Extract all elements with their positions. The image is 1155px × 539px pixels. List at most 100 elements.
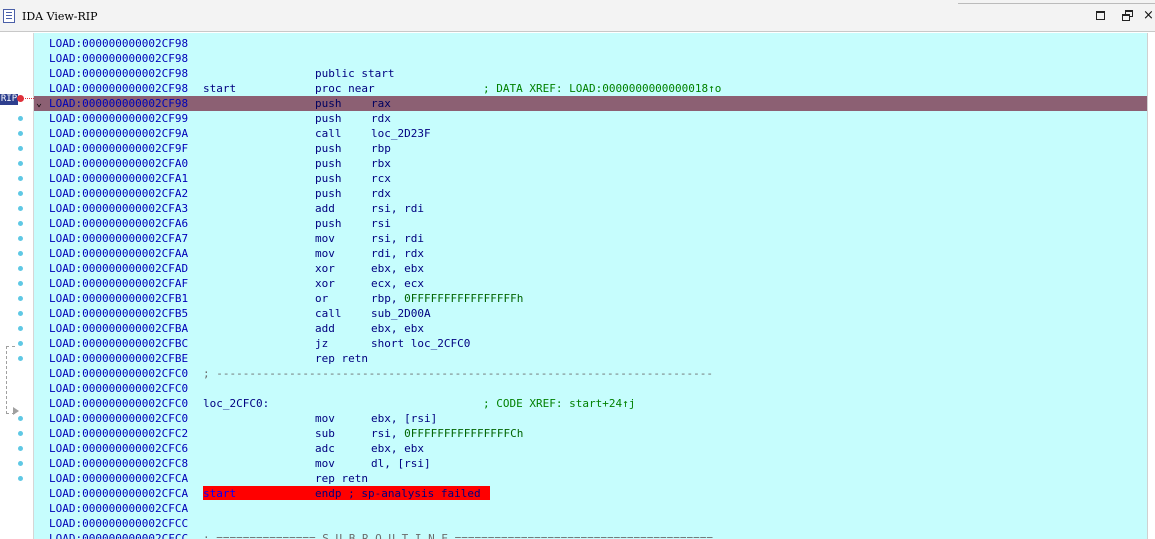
operand-text[interactable]: rbp,: [371, 292, 404, 305]
line-address[interactable]: LOAD:000000000002CFCA: [49, 501, 188, 516]
operand-text[interactable]: rcx: [371, 172, 391, 185]
line-address[interactable]: LOAD:000000000002CFBE: [49, 351, 188, 366]
instruction-operands[interactable]: ebx, [rsi]: [371, 411, 437, 426]
line-address[interactable]: LOAD:000000000002CFAA: [49, 246, 188, 261]
instruction-operands[interactable]: rbx: [371, 156, 391, 171]
instruction-mnemonic[interactable]: push: [315, 216, 342, 231]
listing-line[interactable]: LOAD:000000000002CFA6 push rsi: [34, 216, 1147, 231]
operand-text[interactable]: dl, [rsi]: [371, 457, 431, 470]
instruction-mnemonic[interactable]: push: [315, 186, 342, 201]
restore-icon[interactable]: [1120, 8, 1136, 24]
operand-text[interactable]: sub_2D00A: [371, 307, 431, 320]
instruction-mnemonic[interactable]: call: [315, 126, 342, 141]
line-address[interactable]: LOAD:000000000002CFA0: [49, 156, 188, 171]
xref-comment[interactable]: ; DATA XREF: LOAD:0000000000000018↑o: [483, 81, 721, 96]
listing-line[interactable]: LOAD:000000000002CFA2 push rdx: [34, 186, 1147, 201]
code-label[interactable]: start: [203, 486, 236, 501]
instruction-mnemonic[interactable]: proc near: [315, 81, 375, 96]
listing-line[interactable]: LOAD:000000000002CF98: [34, 36, 1147, 51]
operand-text[interactable]: short loc_2CFC0: [371, 337, 470, 350]
operand-text[interactable]: ecx, ecx: [371, 277, 424, 290]
line-address[interactable]: LOAD:000000000002CFB1: [49, 291, 188, 306]
instruction-mnemonic[interactable]: push: [315, 141, 342, 156]
instruction-mnemonic[interactable]: jz: [315, 336, 328, 351]
operand-text[interactable]: ebx, [rsi]: [371, 412, 437, 425]
listing-gutter[interactable]: [0, 33, 33, 539]
instruction-mnemonic[interactable]: xor: [315, 276, 335, 291]
instruction-operands[interactable]: rsi: [371, 216, 391, 231]
listing-line[interactable]: LOAD:000000000002CF9F push rbp: [34, 141, 1147, 156]
operand-text[interactable]: rsi, rdi: [371, 232, 424, 245]
instruction-mnemonic[interactable]: rep retn: [315, 471, 368, 486]
line-address[interactable]: LOAD:000000000002CFCC: [49, 531, 188, 539]
instruction-operands[interactable]: rbp: [371, 141, 391, 156]
operand-text[interactable]: ebx, ebx: [371, 262, 424, 275]
listing-line[interactable]: LOAD:000000000002CFCC: [34, 516, 1147, 531]
instruction-mnemonic[interactable]: adc: [315, 441, 335, 456]
listing-line[interactable]: LOAD:000000000002CFA0 push rbx: [34, 156, 1147, 171]
instruction-mnemonic[interactable]: push: [315, 171, 342, 186]
code-label[interactable]: start: [203, 81, 236, 96]
instruction-mnemonic[interactable]: mov: [315, 456, 335, 471]
operand-text[interactable]: loc_2D23F: [371, 127, 431, 140]
instruction-operands[interactable]: ebx, ebx: [371, 261, 424, 276]
code-label[interactable]: loc_2CFC0:: [203, 396, 269, 411]
line-address[interactable]: LOAD:000000000002CF98: [49, 96, 188, 111]
instruction-mnemonic[interactable]: sub: [315, 426, 335, 441]
instruction-operands[interactable]: dl, [rsi]: [371, 456, 431, 471]
instruction-mnemonic[interactable]: endp ; sp-analysis failed: [315, 486, 481, 501]
listing-line[interactable]: LOAD:000000000002CFAF xor ecx, ecx: [34, 276, 1147, 291]
line-address[interactable]: LOAD:000000000002CFCC: [49, 516, 188, 531]
listing-line[interactable]: LOAD:000000000002CFBA add ebx, ebx: [34, 321, 1147, 336]
listing-line[interactable]: LOAD:000000000002CFBE rep retn: [34, 351, 1147, 366]
line-address[interactable]: LOAD:000000000002CFBC: [49, 336, 188, 351]
instruction-operands[interactable]: rsi, rdi: [371, 231, 424, 246]
operand-text[interactable]: rsi: [371, 217, 391, 230]
instruction-operands[interactable]: short loc_2CFC0: [371, 336, 470, 351]
instruction-mnemonic[interactable]: mov: [315, 246, 335, 261]
operand-text[interactable]: rax: [371, 97, 391, 110]
disassembly-listing[interactable]: LOAD:000000000002CF98 LOAD:000000000002CF…: [34, 33, 1155, 539]
listing-line[interactable]: LOAD:000000000002CF99 push rdx: [34, 111, 1147, 126]
line-address[interactable]: LOAD:000000000002CFC0: [49, 396, 188, 411]
listing-line[interactable]: LOAD:000000000002CFC0 ; -----------------…: [34, 366, 1147, 381]
line-address[interactable]: LOAD:000000000002CF9F: [49, 141, 188, 156]
operand-immediate[interactable]: 0FFFFFFFFFFFFFFFFh: [404, 292, 523, 305]
instruction-mnemonic[interactable]: push: [315, 96, 342, 111]
xref-comment[interactable]: ; CODE XREF: start+24↑j: [483, 396, 635, 411]
listing-line[interactable]: LOAD:000000000002CFBC jz short loc_2CFC0: [34, 336, 1147, 351]
line-address[interactable]: LOAD:000000000002CF98: [49, 81, 188, 96]
listing-line[interactable]: LOAD:000000000002CFCA: [34, 501, 1147, 516]
line-address[interactable]: LOAD:000000000002CFB5: [49, 306, 188, 321]
instruction-mnemonic[interactable]: add: [315, 201, 335, 216]
operand-text[interactable]: rsi,: [371, 427, 404, 440]
line-address[interactable]: LOAD:000000000002CFAD: [49, 261, 188, 276]
operand-immediate[interactable]: 0FFFFFFFFFFFFFFFCh: [404, 427, 523, 440]
instruction-operands[interactable]: ebx, ebx: [371, 321, 424, 336]
collapse-chevron-icon[interactable]: ⌄: [36, 96, 42, 111]
listing-line[interactable]: LOAD:000000000002CFAD xor ebx, ebx: [34, 261, 1147, 276]
operand-text[interactable]: ebx, ebx: [371, 442, 424, 455]
line-address[interactable]: LOAD:000000000002CFC0: [49, 411, 188, 426]
listing-line[interactable]: LOAD:000000000002CF98: [34, 51, 1147, 66]
line-address[interactable]: LOAD:000000000002CFA2: [49, 186, 188, 201]
instruction-operands[interactable]: rdx: [371, 111, 391, 126]
operand-text[interactable]: rsi, rdi: [371, 202, 424, 215]
instruction-operands[interactable]: ecx, ecx: [371, 276, 424, 291]
instruction-mnemonic[interactable]: xor: [315, 261, 335, 276]
instruction-operands[interactable]: rsi, 0FFFFFFFFFFFFFFFCh: [371, 426, 523, 441]
line-address[interactable]: LOAD:000000000002CFA1: [49, 171, 188, 186]
instruction-mnemonic[interactable]: rep retn: [315, 351, 368, 366]
line-address[interactable]: LOAD:000000000002CF99: [49, 111, 188, 126]
operand-text[interactable]: ebx, ebx: [371, 322, 424, 335]
operand-text[interactable]: rdx: [371, 112, 391, 125]
listing-line[interactable]: LOAD:000000000002CFA7 mov rsi, rdi: [34, 231, 1147, 246]
instruction-mnemonic[interactable]: mov: [315, 411, 335, 426]
line-address[interactable]: LOAD:000000000002CF98: [49, 51, 188, 66]
listing-line[interactable]: LOAD:000000000002CFA1 push rcx: [34, 171, 1147, 186]
instruction-operands[interactable]: rax: [371, 96, 391, 111]
line-address[interactable]: LOAD:000000000002CFC8: [49, 456, 188, 471]
line-address[interactable]: LOAD:000000000002CFBA: [49, 321, 188, 336]
operand-text[interactable]: rdi, rdx: [371, 247, 424, 260]
line-address[interactable]: LOAD:000000000002CFC0: [49, 381, 188, 396]
